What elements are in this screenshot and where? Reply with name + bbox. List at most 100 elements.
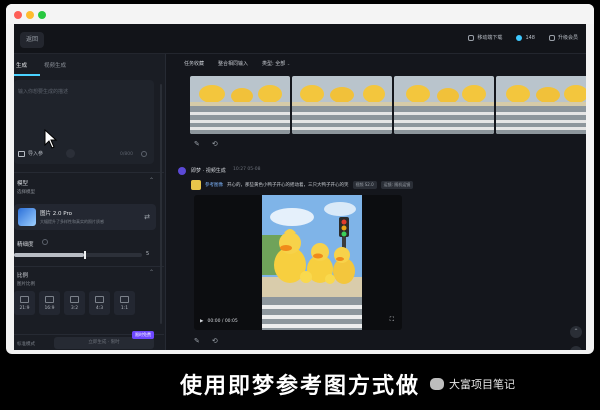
ratio-section-title: 比例 [17, 273, 29, 279]
result-thumbnail[interactable] [292, 76, 392, 134]
video-actions: ✎ ⟲ [194, 337, 218, 345]
ratio-option[interactable]: 3:2 [64, 291, 85, 315]
fullscreen-icon[interactable]: ⛶ [390, 316, 394, 324]
download-label: 移动端下载 [477, 35, 503, 41]
app-window: 返回 移动端下载 148 升级会员 生成 视频生成 输入你想要生成的描述 导入参 [6, 4, 594, 354]
regenerate-icon[interactable]: ⟲ [212, 337, 218, 345]
crown-icon [548, 34, 555, 41]
info-icon[interactable] [141, 151, 147, 157]
precision-label: 精细度 [17, 242, 34, 248]
filter-favorites[interactable]: 任务收藏 [184, 60, 204, 67]
ratio-shape-icon [70, 296, 79, 303]
video-controls: ▶ 00:00 / 00:05 [200, 319, 238, 324]
ratio-label: 21:9 [19, 306, 30, 311]
minimize-window-button[interactable] [26, 11, 34, 19]
prompt-text: 开心的，那些黄色小鸭子开心的摇动着，三只大鸭子开心的笑 [227, 183, 349, 188]
wechat-icon [430, 378, 444, 390]
window-titlebar [6, 4, 594, 24]
prompt-summary: 参考图像 开心的，那些黄色小鸭子开心的摇动着，三只大鸭子开心的笑 视频 S2.0… [191, 180, 414, 190]
ratio-option[interactable]: 16:9 [39, 291, 60, 315]
ratio-option[interactable]: 4:3 [89, 291, 110, 315]
play-icon[interactable]: ▶ [200, 319, 203, 324]
active-tab-indicator [14, 74, 40, 76]
result-actions: ✎ ⟲ [194, 140, 218, 148]
model-section-title: 模型 [17, 181, 29, 187]
slider-handle[interactable] [84, 251, 87, 259]
reference-label: 参考图像 [205, 183, 223, 188]
image-icon [18, 150, 25, 157]
model-section-subtitle: 选择模型 [17, 190, 35, 195]
regenerate-icon[interactable]: ⟲ [212, 140, 218, 148]
download-app-link[interactable]: 移动端下载 [468, 34, 502, 41]
char-count: 0/800 [120, 152, 133, 157]
video-frame-stage: 返回 移动端下载 148 升级会员 生成 视频生成 输入你想要生成的描述 导入参 [0, 0, 600, 410]
ratio-shape-icon [95, 296, 104, 303]
close-window-button[interactable] [14, 11, 22, 19]
prompt-placeholder: 输入你想要生成的描述 [18, 89, 69, 95]
phone-icon [468, 34, 475, 41]
credits-count: 148 [525, 34, 535, 41]
generation-tabs: 生成 视频生成 [14, 54, 166, 76]
slider-value: 5 [146, 251, 150, 257]
precision-slider[interactable] [14, 251, 142, 259]
ratio-shape-icon [20, 296, 29, 303]
previous-results-strip [190, 76, 586, 134]
scroll-up-button[interactable]: ⌃ [570, 326, 582, 338]
ratio-option[interactable]: 21:9 [14, 291, 35, 315]
model-selector[interactable]: 图片 2.0 Pro 大幅提升了多样性和真实的照片质感 ⇄ [14, 204, 156, 230]
left-scrollbar[interactable] [160, 84, 162, 324]
credits-badge[interactable]: 148 [516, 34, 535, 41]
ratio-option[interactable]: 1:1 [114, 291, 135, 315]
result-thumbnail[interactable] [496, 76, 586, 134]
camera-tag: 运镜: 随机运镜 [380, 181, 414, 189]
watermark: 大富项目笔记 [430, 376, 515, 392]
upgrade-member-button[interactable]: 升级会员 [548, 34, 578, 41]
video-frame [262, 195, 362, 330]
coin-icon [516, 34, 523, 41]
generate-bar: 标准模式 立即生成 · 限时 限时免费 [14, 331, 164, 350]
swap-icon[interactable]: ⇄ [144, 213, 150, 221]
ratio-shape-icon [120, 296, 129, 303]
ratio-label: 4:3 [95, 306, 104, 311]
tab-video-generation[interactable]: 视频生成 [44, 61, 66, 69]
filter-merge-inputs[interactable]: 整合相同输入 [218, 60, 248, 67]
app-content: 返回 移动端下载 148 升级会员 生成 视频生成 输入你想要生成的描述 导入参 [14, 24, 586, 350]
ratio-section-subtitle: 图片比例 [17, 282, 35, 287]
maximize-window-button[interactable] [38, 11, 46, 19]
watermark-text: 大富项目笔记 [449, 378, 515, 391]
slider-fill [14, 253, 85, 257]
generation-mode[interactable]: 标准模式 [17, 341, 35, 347]
ratio-options: 21:9 16:9 3:2 4:3 1:1 [14, 291, 135, 315]
chevron-up-icon[interactable]: ⌃ [149, 177, 154, 184]
ratio-shape-icon [45, 296, 54, 303]
chevron-down-icon: ⌄ [286, 61, 291, 66]
tab-image-generation[interactable]: 生成 [16, 61, 27, 69]
result-thumbnail[interactable] [394, 76, 494, 134]
reference-thumbnail[interactable] [191, 180, 201, 190]
prompt-input[interactable]: 输入你想要生成的描述 导入参 0/800 [14, 80, 154, 164]
edit-icon[interactable]: ✎ [194, 140, 200, 148]
model-description: 大幅提升了多样性和真实的照片质感 [40, 219, 104, 224]
member-label: 升级会员 [557, 35, 578, 41]
top-right-actions: 移动端下载 148 升级会员 [468, 34, 578, 41]
chevron-up-icon[interactable]: ⌃ [149, 269, 154, 276]
model-thumbnail [18, 208, 36, 226]
help-icon[interactable] [42, 239, 48, 245]
model-name: 图片 2.0 Pro [40, 211, 72, 217]
import-reference-button[interactable]: 导入参 [18, 150, 43, 157]
back-button[interactable]: 返回 [20, 32, 45, 48]
ratio-label: 3:2 [70, 306, 79, 311]
result-thumbnail[interactable] [190, 76, 290, 134]
import-reference-label: 导入参 [28, 151, 44, 157]
add-option-button[interactable] [66, 149, 75, 158]
video-timecode: 00:00 / 00:05 [207, 319, 238, 324]
video-player[interactable]: ▶ 00:00 / 00:05 ⛶ [194, 195, 402, 330]
top-bar: 返回 移动端下载 148 升级会员 [14, 24, 586, 54]
filter-type[interactable]: 类型: 全部 ⌄ [262, 60, 290, 67]
feed-filters: 任务收藏 整合相同输入 类型: 全部 ⌄ [184, 60, 290, 67]
ai-avatar [178, 167, 186, 175]
left-generation-panel: 生成 视频生成 输入你想要生成的描述 导入参 0/800 模型 ⌃ 选择模型 图… [14, 54, 166, 350]
edit-icon[interactable]: ✎ [194, 337, 200, 345]
scroll-down-button[interactable]: ⌄ [570, 346, 582, 350]
ratio-label: 16:9 [44, 306, 55, 311]
